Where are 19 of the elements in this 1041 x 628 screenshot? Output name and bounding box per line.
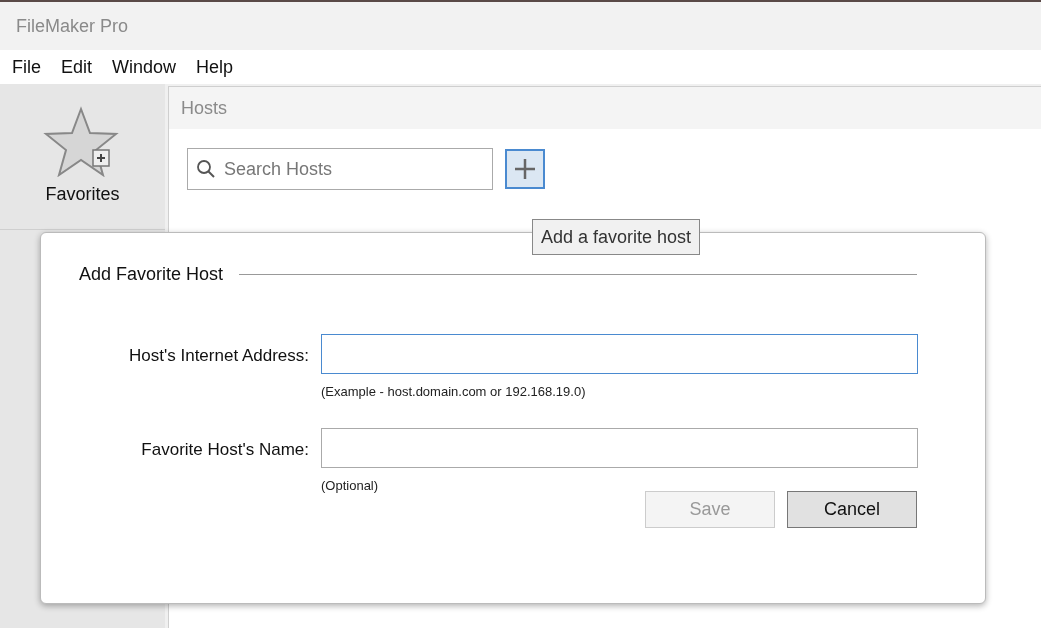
menu-item[interactable]: Window bbox=[112, 53, 177, 81]
add-button[interactable] bbox=[505, 149, 545, 189]
input-field[interactable] bbox=[321, 427, 918, 468]
field-label: Host's Internet Address: bbox=[128, 345, 309, 367]
menu-item[interactable]: File bbox=[12, 53, 41, 81]
menu-item[interactable]: Edit bbox=[61, 53, 93, 81]
field-label: Favorite Host's Name: bbox=[140, 438, 309, 461]
dialog-title: Add Favorite Host bbox=[79, 263, 224, 286]
field-hint: (Optional) bbox=[321, 476, 380, 495]
dialog-button[interactable]: Cancel bbox=[787, 491, 917, 528]
field-hint: (Example - host.domain.com or 192.168.19.0) bbox=[321, 383, 587, 401]
tooltip: Add a favorite host bbox=[532, 219, 701, 255]
plus-icon bbox=[514, 158, 536, 180]
panel-title: Hosts bbox=[181, 96, 227, 120]
search-field[interactable]: Search Hosts bbox=[187, 148, 493, 190]
input-field[interactable] bbox=[321, 334, 918, 374]
search-icon bbox=[196, 159, 216, 179]
menu-item[interactable]: Help bbox=[196, 53, 234, 81]
window-title: FileMaker Pro bbox=[16, 14, 129, 38]
